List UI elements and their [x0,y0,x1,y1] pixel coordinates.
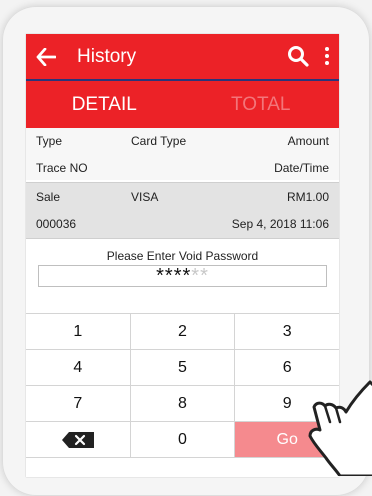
header-amount: Amount [287,133,329,148]
key-0[interactable]: 0 [131,422,236,457]
transaction-type: Sale [36,189,61,204]
pointing-hand-icon [308,380,372,476]
back-arrow-icon[interactable] [35,46,57,68]
void-password-section: Please Enter Void Password **** ** [26,239,339,313]
header-datetime: Date/Time [274,160,329,175]
transaction-trace: 000036 [36,217,77,231]
key-3[interactable]: 3 [235,314,339,349]
transaction-row-2: 000036 Sep 4, 2018 11:06 [26,210,339,238]
header-row-1: Type Card Type Amount [26,128,339,153]
key-5[interactable]: 5 [131,350,236,385]
more-options-icon[interactable] [324,47,330,65]
transaction-row-1: Sale VISA RM1.00 [26,183,339,210]
key-8[interactable]: 8 [131,386,236,421]
key-1[interactable]: 1 [26,314,131,349]
backspace-icon [61,431,94,448]
key-4[interactable]: 4 [26,350,131,385]
transaction-card: VISA [131,189,159,204]
transaction-amount: RM1.00 [286,189,329,204]
password-empty-mask: ** [191,264,209,287]
numeric-keypad: 1 2 3 4 5 6 7 8 9 0 Go [26,313,339,458]
void-password-label: Please Enter Void Password [106,249,259,263]
header-row-2: Trace NO Date/Time [26,155,339,180]
phone-screen: History DETAIL TOTAL Type Card Type Amou… [26,34,339,477]
search-icon[interactable] [287,45,309,67]
header-card-type: Card Type [131,133,187,148]
header-type: Type [36,133,63,148]
password-filled-mask: **** [156,264,192,287]
tab-total[interactable]: TOTAL [183,81,340,128]
key-7[interactable]: 7 [26,386,131,421]
tab-bar: DETAIL TOTAL [26,81,339,128]
app-bar: History [26,34,339,81]
transaction-datetime: Sep 4, 2018 11:06 [231,217,329,231]
header-trace: Trace NO [36,160,88,175]
void-password-input[interactable]: **** ** [38,265,327,287]
tab-detail[interactable]: DETAIL [26,81,183,128]
transaction-row[interactable]: Sale VISA RM1.00 000036 Sep 4, 2018 11:0… [26,182,339,239]
page-title: History [77,45,137,67]
list-header: Type Card Type Amount Trace NO Date/Time [26,128,339,180]
key-2[interactable]: 2 [131,314,236,349]
delete-key[interactable] [26,422,131,457]
